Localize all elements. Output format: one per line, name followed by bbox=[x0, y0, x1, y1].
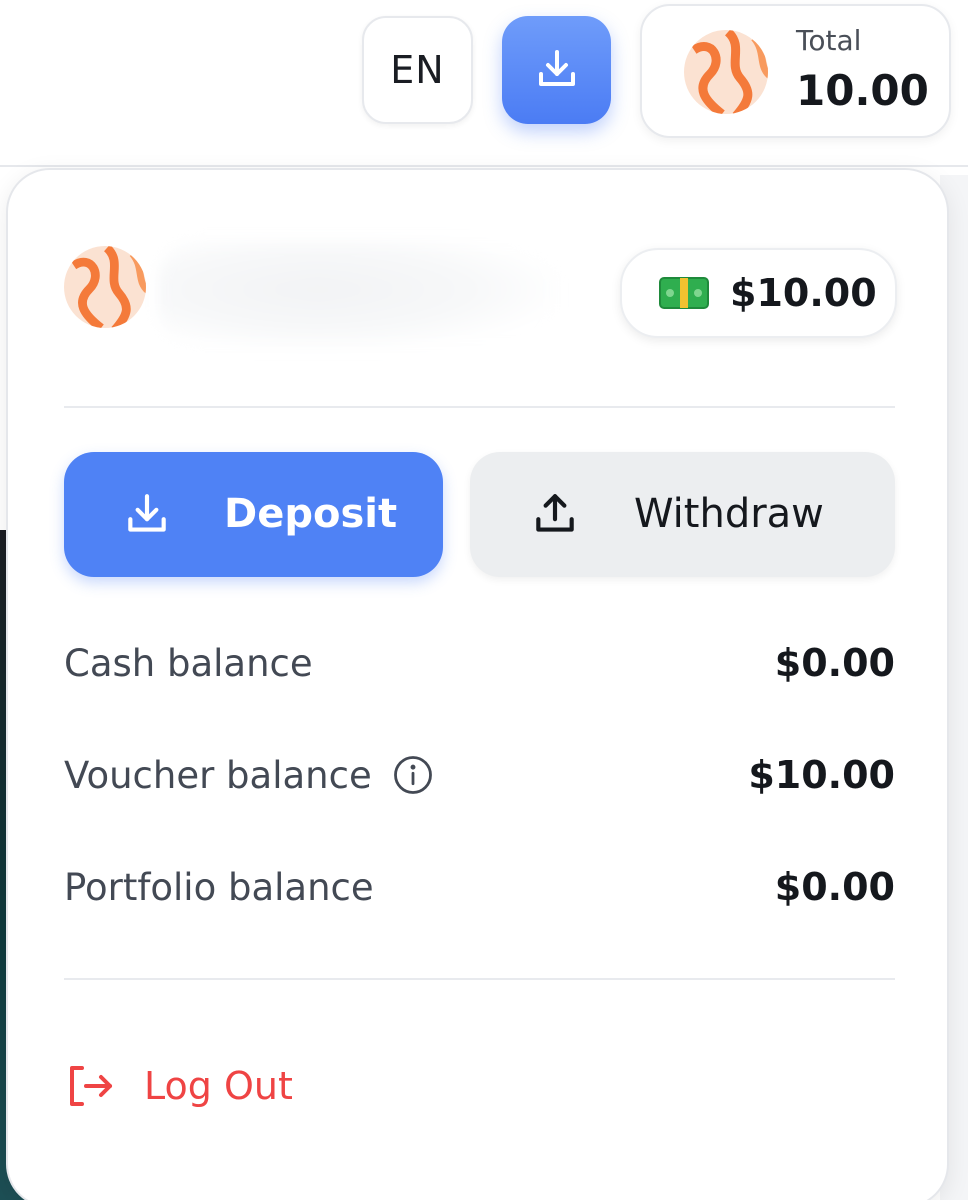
deposit-label: Deposit bbox=[224, 491, 398, 537]
portfolio-balance-text: Portfolio balance bbox=[64, 865, 374, 909]
divider bbox=[64, 406, 895, 408]
voucher-balance-text: Voucher balance bbox=[64, 753, 372, 797]
cash-balance-row: Cash balance $0.00 bbox=[64, 635, 895, 691]
portfolio-balance-label: Portfolio balance bbox=[64, 866, 374, 909]
account-dropdown-panel: $10.00 Deposit Withdraw Cash balance $0.… bbox=[6, 168, 949, 1200]
cash-balance-label: Cash balance bbox=[64, 642, 313, 685]
avatar-icon bbox=[64, 246, 146, 328]
language-label: EN bbox=[390, 48, 445, 92]
language-button[interactable]: EN bbox=[362, 16, 473, 124]
logout-icon bbox=[70, 1066, 112, 1106]
voucher-balance-label: Voucher balance bbox=[64, 754, 434, 797]
money-icon bbox=[659, 277, 709, 309]
deposit-button[interactable]: Deposit bbox=[64, 452, 443, 577]
upload-icon bbox=[536, 494, 574, 532]
total-label: Total bbox=[796, 24, 862, 57]
avatar-icon bbox=[684, 30, 768, 114]
logout-label: Log Out bbox=[144, 1064, 293, 1108]
logout-button[interactable]: Log Out bbox=[64, 1056, 293, 1116]
cash-balance-text: Cash balance bbox=[64, 641, 313, 685]
quick-deposit-button[interactable] bbox=[502, 16, 611, 124]
voucher-balance-row: Voucher balance $10.00 bbox=[64, 747, 895, 803]
cash-balance-value: $0.00 bbox=[774, 641, 895, 685]
total-value: 10.00 bbox=[796, 66, 929, 115]
divider bbox=[64, 978, 895, 980]
portfolio-balance-row: Portfolio balance $0.00 bbox=[64, 859, 895, 915]
download-icon bbox=[538, 50, 575, 86]
withdraw-button[interactable]: Withdraw bbox=[470, 452, 895, 577]
withdraw-label: Withdraw bbox=[634, 491, 824, 537]
wallet-balance-badge[interactable]: $10.00 bbox=[620, 248, 897, 338]
portfolio-balance-value: $0.00 bbox=[774, 865, 895, 909]
wallet-balance-value: $10.00 bbox=[730, 271, 877, 315]
info-icon[interactable] bbox=[392, 754, 434, 796]
account-total-button[interactable]: Total 10.00 bbox=[640, 4, 951, 138]
voucher-balance-value: $10.00 bbox=[748, 753, 895, 797]
download-icon bbox=[128, 494, 166, 532]
redacted-username bbox=[158, 240, 558, 350]
top-bar-divider bbox=[0, 165, 968, 167]
